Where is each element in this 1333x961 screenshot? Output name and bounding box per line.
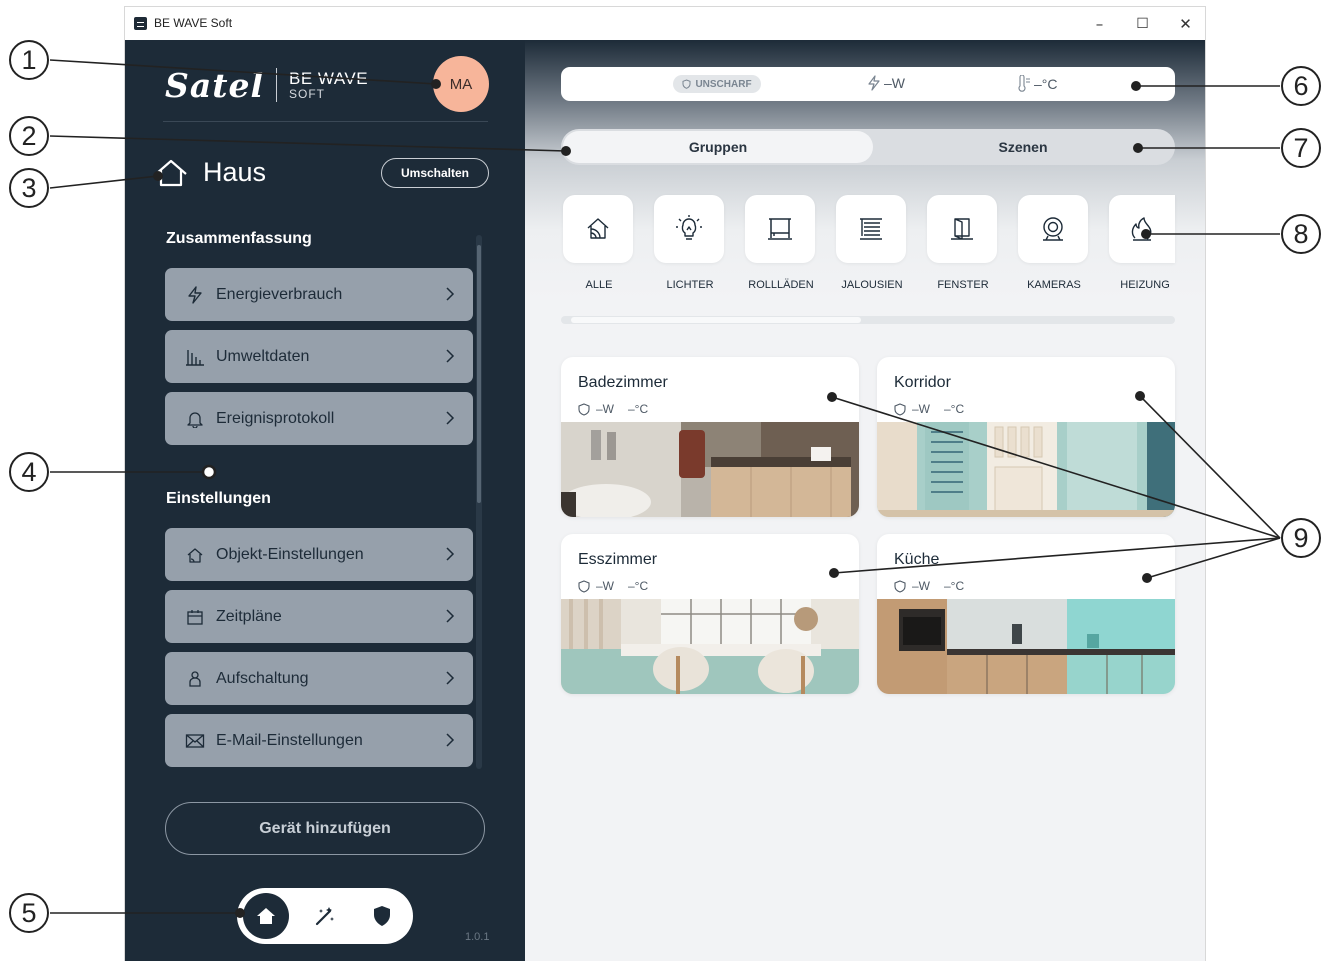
callout-9: 9 [1281,518,1321,558]
callout-2: 2 [9,116,49,156]
callout-8: 8 [1281,214,1321,254]
callout-7: 7 [1281,128,1321,168]
callout-1: 1 [9,40,49,80]
callout-lines [49,59,1281,918]
callout-4: 4 [9,452,49,492]
callout-5: 5 [9,893,49,933]
callout-6: 6 [1281,66,1321,106]
callout-3: 3 [9,168,49,208]
stage: BE WAVE Soft – ☐ ✕ Satel BE WAVE SOFT MA [0,0,1333,961]
